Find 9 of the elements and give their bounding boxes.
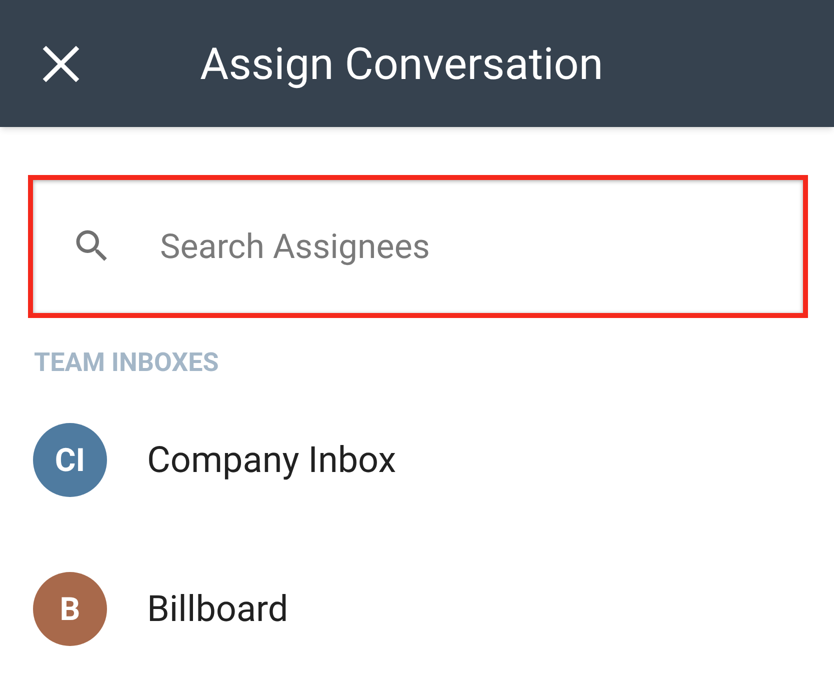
search-field[interactable]: Search Assignees (28, 175, 808, 318)
close-icon[interactable] (42, 44, 80, 82)
assignee-item[interactable]: CI Company Inbox (0, 390, 834, 530)
avatar: B (33, 572, 107, 646)
avatar: CI (33, 423, 107, 497)
section-heading: TEAM INBOXES (34, 350, 220, 376)
assignee-item[interactable]: B Billboard (0, 539, 834, 679)
assignee-name: Billboard (147, 587, 288, 632)
assignee-name: Company Inbox (147, 438, 396, 483)
